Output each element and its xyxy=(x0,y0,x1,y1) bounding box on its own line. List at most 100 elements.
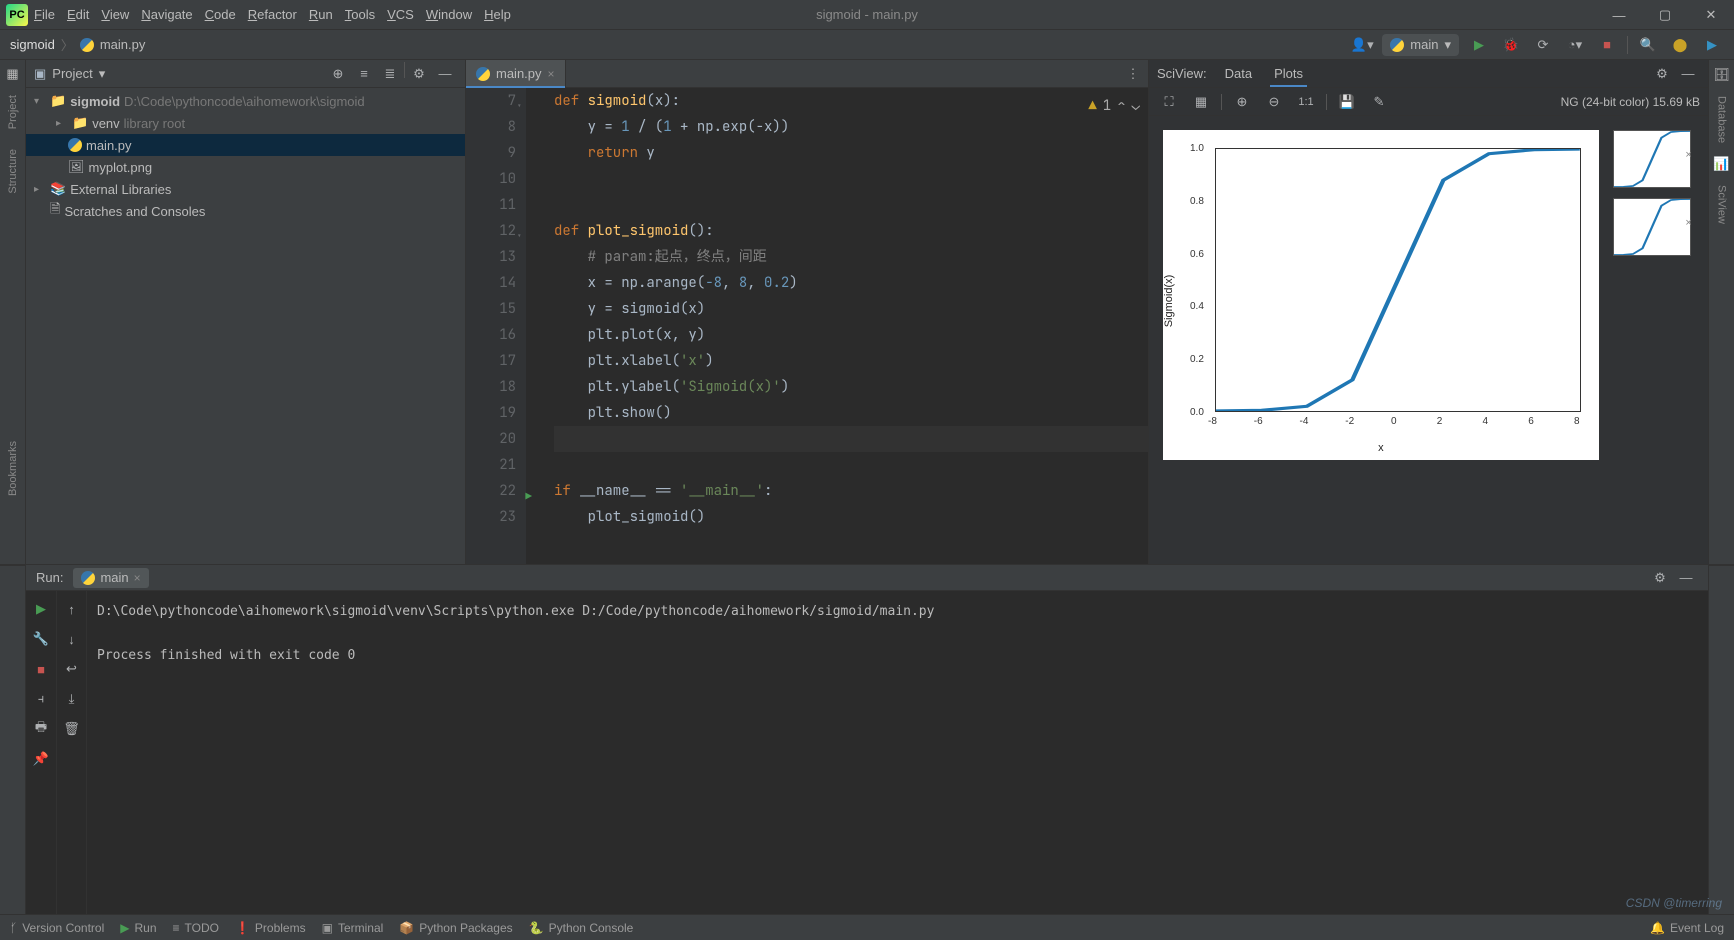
tree-file-main[interactable]: main.py xyxy=(26,134,465,156)
expand-all-icon[interactable]: ≡ xyxy=(352,62,376,86)
status-run[interactable]: ▶ Run xyxy=(120,921,156,935)
editor-tab-main[interactable]: main.py × xyxy=(466,60,566,87)
run-button[interactable]: ▶ xyxy=(1467,33,1491,57)
clear-icon[interactable]: 🗑 xyxy=(60,717,84,741)
console-output[interactable]: D:\Code\pythoncode\aihomework\sigmoid\ve… xyxy=(86,591,1708,914)
settings-icon[interactable]: ⚙ xyxy=(1650,62,1674,86)
menu-refactor[interactable]: Refactor xyxy=(248,7,297,22)
code-with-me-icon[interactable]: ▶ xyxy=(1700,33,1724,57)
print-icon[interactable]: 🖶 xyxy=(29,717,53,741)
modify-run-icon[interactable]: 🔧 xyxy=(29,627,53,651)
strip-project[interactable]: Project xyxy=(7,87,19,137)
chevron-down-icon[interactable]: ⌄ xyxy=(1132,93,1140,119)
minimize-button[interactable]: — xyxy=(1596,0,1642,30)
stop-icon[interactable]: ■ xyxy=(29,657,53,681)
sciview-tab-plots[interactable]: Plots xyxy=(1270,66,1307,81)
status-version-control[interactable]: ᚶ Version Control xyxy=(10,921,104,935)
database-icon[interactable]: 🗄 xyxy=(1713,66,1731,84)
tree-file-image[interactable]: 🖼 myplot.png xyxy=(26,156,465,178)
plot-thumbnail[interactable]: × xyxy=(1613,130,1691,188)
stop-button[interactable]: ■ xyxy=(1595,33,1619,57)
strip-sciview[interactable]: SciView xyxy=(1716,177,1728,232)
sciview-icon[interactable]: 📊 xyxy=(1713,155,1731,173)
breadcrumb[interactable]: sigmoid 〉 main.py xyxy=(10,35,145,54)
plot-figure[interactable]: Sigmoid(x) x -8-6-4-2024680.00.20.40.60.… xyxy=(1163,130,1599,460)
menu-help[interactable]: Help xyxy=(484,7,511,22)
hide-button[interactable]: — xyxy=(1676,62,1700,86)
gutter[interactable]: 7▾89101112▾13141516171819202122▶23 xyxy=(466,88,526,564)
menu-vcs[interactable]: VCS xyxy=(387,7,414,22)
menu-tools[interactable]: Tools xyxy=(345,7,375,22)
soft-wrap-icon[interactable]: ↩ xyxy=(60,657,84,681)
strip-bookmarks[interactable]: Bookmarks xyxy=(7,433,19,504)
strip-structure[interactable]: Structure xyxy=(7,141,19,202)
maximize-button[interactable]: ▢ xyxy=(1642,0,1688,30)
menu-view[interactable]: View xyxy=(101,7,129,22)
plot-thumbnail[interactable]: × xyxy=(1613,198,1691,256)
settings-icon[interactable]: ⚙ xyxy=(407,62,431,86)
chevron-up-icon[interactable]: ⌃ xyxy=(1117,93,1125,119)
rerun-icon[interactable]: ▶ xyxy=(29,597,53,621)
status-python-packages[interactable]: 📦 Python Packages xyxy=(399,921,512,935)
zoom-out-icon[interactable]: ⊖ xyxy=(1262,90,1286,114)
close-icon[interactable]: × xyxy=(1685,149,1691,161)
run-tab[interactable]: main × xyxy=(73,568,148,588)
project-tool-icon[interactable]: ▦ xyxy=(4,66,22,83)
menu-run[interactable]: Run xyxy=(309,7,333,22)
actual-size-icon[interactable]: 1:1 xyxy=(1294,90,1318,114)
save-icon[interactable]: 💾 xyxy=(1335,90,1359,114)
menu-file[interactable]: File xyxy=(34,7,55,22)
collapse-all-icon[interactable]: ≣ xyxy=(378,62,402,86)
tree-scratches[interactable]: 🗎 Scratches and Consoles xyxy=(26,200,465,222)
down-icon[interactable]: ↓ xyxy=(60,627,84,651)
debug-button[interactable]: 🐞 xyxy=(1499,33,1523,57)
close-button[interactable]: ✕ xyxy=(1688,0,1734,30)
close-icon[interactable]: × xyxy=(134,571,141,585)
tree-root[interactable]: ▾📁 sigmoid D:\Code\pythoncode\aihomework… xyxy=(26,90,465,112)
folder-icon: 📁 xyxy=(50,93,66,109)
editor-body[interactable]: ▲ 1 ⌃ ⌄ 7▾89101112▾13141516171819202122▶… xyxy=(466,88,1148,564)
menu-window[interactable]: Window xyxy=(426,7,472,22)
hide-button[interactable]: — xyxy=(1674,566,1698,590)
status-event-log[interactable]: 🔔 Event Log xyxy=(1650,921,1724,935)
add-user-icon[interactable]: 👤▾ xyxy=(1350,33,1374,57)
status-todo[interactable]: ≡ TODO xyxy=(173,921,219,935)
breadcrumb-file[interactable]: main.py xyxy=(100,37,146,52)
menu-code[interactable]: Code xyxy=(205,7,236,22)
pin-icon[interactable]: 📌 xyxy=(29,747,53,771)
tab-overflow-icon[interactable]: ⋮ xyxy=(1118,60,1148,87)
status-python-console[interactable]: 🐍 Python Console xyxy=(529,921,634,935)
scroll-end-icon[interactable]: ⤓ xyxy=(60,687,84,711)
profile-button[interactable]: ◔▾ xyxy=(1563,33,1587,57)
inspection-widget[interactable]: ▲ 1 ⌃ ⌄ xyxy=(1088,93,1140,119)
run-tool-window: Run: main × ⚙ — ▶ 🔧 ■ ⫞ 🖶 📌 ↑ ↓ xyxy=(0,564,1734,914)
sciview-tab-data[interactable]: Data xyxy=(1221,66,1256,81)
search-everywhere-icon[interactable]: 🔍 xyxy=(1636,33,1660,57)
python-file-icon xyxy=(476,67,490,81)
status-problems[interactable]: ❗ Problems xyxy=(235,921,306,935)
edit-icon[interactable]: ✎ xyxy=(1367,90,1391,114)
grid-icon[interactable]: ▦ xyxy=(1189,90,1213,114)
status-terminal[interactable]: ▣ Terminal xyxy=(322,921,384,935)
fit-icon[interactable]: ⛶ xyxy=(1157,90,1181,114)
close-icon[interactable]: × xyxy=(1685,217,1691,229)
menu-navigate[interactable]: Navigate xyxy=(141,7,192,22)
tree-venv[interactable]: ▸ 📁 venv library root xyxy=(26,112,465,134)
menu-edit[interactable]: Edit xyxy=(67,7,89,22)
run-configuration-selector[interactable]: main ▾ xyxy=(1382,34,1459,56)
coverage-button[interactable]: ⟳ xyxy=(1531,33,1555,57)
tree-external-libs[interactable]: ▸📚 External Libraries xyxy=(26,178,465,200)
layout-icon[interactable]: ⫞ xyxy=(29,687,53,711)
settings-icon[interactable]: ⚙ xyxy=(1648,566,1672,590)
breadcrumb-project[interactable]: sigmoid xyxy=(10,37,55,52)
hide-button[interactable]: — xyxy=(433,62,457,86)
strip-database[interactable]: Database xyxy=(1716,88,1728,151)
code-area[interactable]: def sigmoid(x): y = 1 / (1 + np.exp(-x))… xyxy=(526,88,1148,564)
select-opened-file-icon[interactable]: ⊕ xyxy=(326,62,350,86)
zoom-in-icon[interactable]: ⊕ xyxy=(1230,90,1254,114)
up-icon[interactable]: ↑ xyxy=(60,597,84,621)
project-tree[interactable]: ▾📁 sigmoid D:\Code\pythoncode\aihomework… xyxy=(26,88,465,564)
chevron-down-icon[interactable]: ▾ xyxy=(99,66,106,82)
ide-update-icon[interactable]: ⬤ xyxy=(1668,33,1692,57)
close-tab-icon[interactable]: × xyxy=(548,67,555,81)
